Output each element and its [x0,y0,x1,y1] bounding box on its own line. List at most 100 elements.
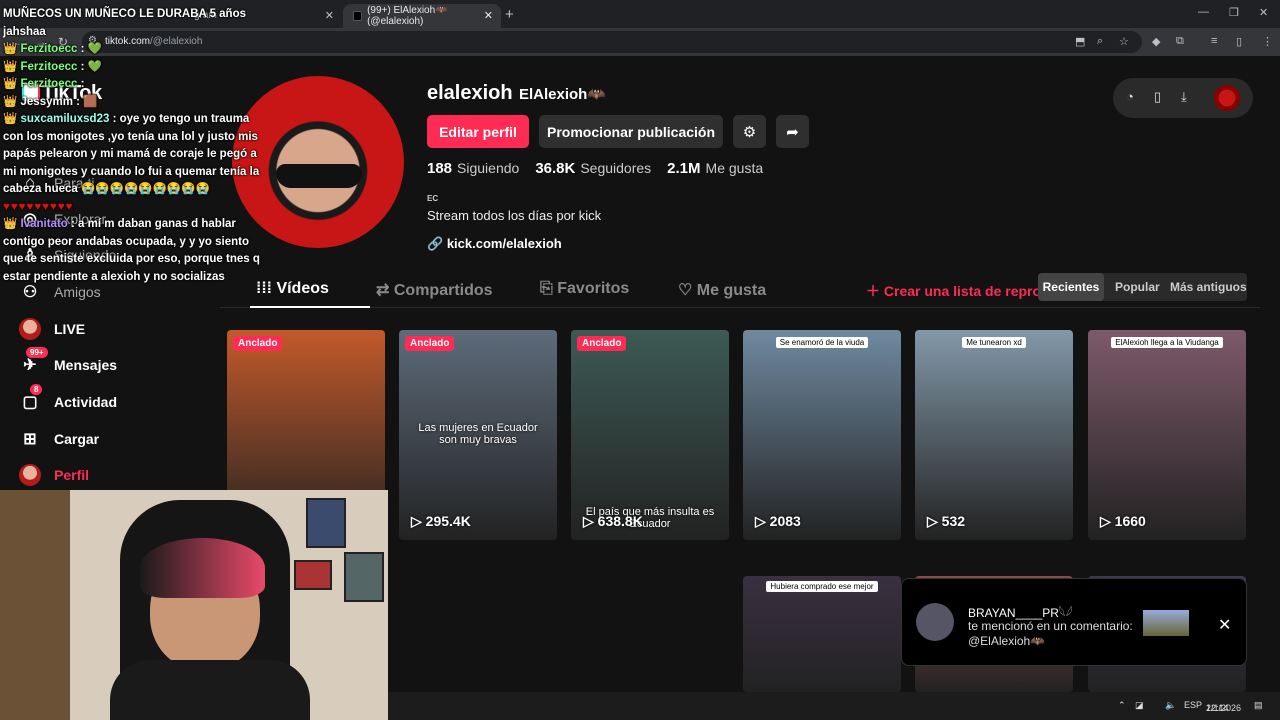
new-tab-icon[interactable]: + [505,6,514,23]
video-card[interactable]: Me tunearon xd ▷ 532 [915,330,1073,540]
video-card[interactable]: ElAlexioh llega a la Viudanga ▷ 1660 [1088,330,1246,540]
close-tab-icon[interactable]: ✕ [484,9,493,22]
media-icon[interactable]: ≡ [1211,35,1217,47]
close-tab-icon[interactable]: ✕ [325,9,334,22]
video-views: ▷ 1660 [1100,513,1146,530]
play-icon: ▷ [583,513,598,529]
view-count: 532 [941,513,966,529]
video-card[interactable]: Se enamoró de la viuda ▷ 2083 [743,330,901,540]
sidepanel-icon[interactable]: ▯ [1236,35,1242,48]
view-count: 1660 [1114,513,1146,529]
video-views: ▷ 2083 [755,513,801,530]
notifications-icon[interactable]: ▤ [1254,700,1263,711]
tray-chevron-icon[interactable]: ⌃ [1118,700,1126,711]
followers-stat[interactable]: 36.8K Seguidores [535,160,651,177]
chat-username: Ferzitoecc [20,43,78,55]
video-caption: Hubiera comprado ese mejor [743,581,901,592]
sidebar-item-cargar[interactable]: ⊞ Cargar [18,424,99,454]
sort-popular[interactable]: Popular [1115,280,1160,294]
volume-icon[interactable]: 🔈 [1165,700,1176,711]
edit-profile-button[interactable]: Editar perfil [427,115,529,148]
pinned-badge: Anclado [405,336,455,351]
chat-message: 👑 Ferzitoecc : [3,78,85,90]
profile-region: EC [427,194,439,203]
emote-icon: 💚 [87,43,102,55]
sort-selector: Recientes Popular Más antiguos [1038,273,1247,301]
sort-oldest[interactable]: Más antiguos [1170,280,1247,294]
followers-count: 36.8K [535,160,576,177]
tab-liked[interactable]: ♡ Me gusta [678,280,766,300]
sort-recent[interactable]: Recientes [1038,273,1104,301]
browser-tab-active[interactable]: (99+) ElAlexioh🦇 (@elalexioh) ✕ [343,4,501,28]
install-app-icon[interactable]: ⬒ [1075,35,1085,48]
promote-post-button[interactable]: Promocionar publicación [539,115,723,148]
download-icon[interactable]: ⤓ [1181,89,1187,105]
video-views: ▷ 638.8K [583,513,643,530]
tab-favorites[interactable]: ⎘ Favoritos [540,280,629,298]
bookmark-icon: ⎘ [540,280,558,297]
menu-kebab-icon[interactable]: ⋮ [1262,35,1273,48]
likes-stat: 2.1M Me gusta [667,160,763,177]
chat-text: : [76,95,80,108]
tab-reposts[interactable]: ⇄ Compartidos [376,280,493,300]
sidebar-item-label: Perfil [54,467,90,483]
tab-videos[interactable]: ⁞⁞⁞ Vídeos [256,280,329,298]
bookmark-star-icon[interactable]: ☆ [1119,35,1129,48]
streamer-body [110,660,310,720]
settings-gear-icon[interactable]: ⚙ [733,115,766,148]
share-icon[interactable]: ➦ [776,115,809,148]
extension-icon[interactable]: ◆ [1152,35,1160,48]
coins-icon[interactable]: ◔ [1126,89,1134,104]
following-count: 188 [427,160,453,177]
activity-icon: ▢ 8 [18,384,43,414]
view-count: 2083 [769,513,801,529]
profile-link-text: kick.com/elalexioh [446,236,562,251]
close-icon[interactable]: ✕ [1218,615,1231,635]
notification-avatar [916,603,954,641]
lang-indicator[interactable]: ESP [1184,700,1202,710]
video-card[interactable]: Anclado Las mujeres en Ecuador son muy br… [399,330,557,540]
extensions-puzzle-icon[interactable]: ⧉ [1176,35,1184,48]
profile-username: elalexioh [427,82,513,104]
device-icon[interactable]: ▯ [1154,89,1161,105]
mention-notification[interactable]: BRAYAN____PR𓆩𓆪 te mencionó en un comenta… [901,578,1247,666]
chat-text: : oye yo tengo un trauma con los monigot… [3,113,260,195]
window-close-icon[interactable]: ✕ [1259,6,1268,19]
chat-text: : [80,60,85,73]
video-caption-text: Se enamoró de la viuda [775,337,869,348]
sidebar-item-perfil[interactable]: Perfil [18,460,89,490]
plus-icon: ＋ [866,283,884,299]
video-card[interactable]: Hubiera comprado ese mejor [743,576,901,692]
link-icon: 🔗 [427,236,444,251]
video-caption: Me tunearon xd [915,337,1073,348]
sidebar-item-live[interactable]: LIVE [18,314,85,344]
wall-poster [294,560,332,590]
following-stat[interactable]: 188 Siguiendo [427,160,519,177]
chat-text: : [80,43,85,55]
profile-link[interactable]: 🔗 kick.com/elalexioh [427,236,562,252]
network-icon[interactable]: ◪ [1135,700,1144,711]
play-icon: ▷ [755,513,770,529]
chat-username: suxcamiluxsd23 [20,113,110,125]
restore-icon[interactable]: ❐ [1229,6,1239,19]
video-card[interactable]: Anclado El país que más insulta es Ecuado… [571,330,729,540]
sidebar-item-mensajes[interactable]: ✈ 99+ Mensajes [18,347,117,380]
messages-icon: ✈ 99+ [18,347,48,377]
following-label: Siguiendo [457,160,520,176]
tab-reposts-label: Compartidos [393,282,493,299]
sidebar-item-actividad[interactable]: ▢ 8 Actividad [18,384,117,417]
minimize-icon[interactable]: — [1198,6,1209,18]
windows-taskbar: ⌃ ◪ 🔈 ESP 22:14 1/1/2026 ▤ [388,692,1280,720]
followers-label: Seguidores [580,160,652,176]
sidebar-item-label: LIVE [54,321,86,337]
account-avatar[interactable] [1214,85,1240,111]
profile-nickname: ElAlexioh🦇 [519,86,607,103]
emote-icon: 🟫 [83,95,98,108]
zoom-icon[interactable]: ⌕ [1097,35,1103,48]
video-views: ▷ 295.4K [411,513,471,530]
streamer-webcam [0,490,388,720]
play-icon: ▷ [927,513,942,529]
active-tab-underline [250,306,370,308]
chat-message: 👑 Jessymm : 🟫 [3,95,98,108]
chat-message: 👑 suxcamiluxsd23 : oye yo tengo un traum… [3,111,265,216]
